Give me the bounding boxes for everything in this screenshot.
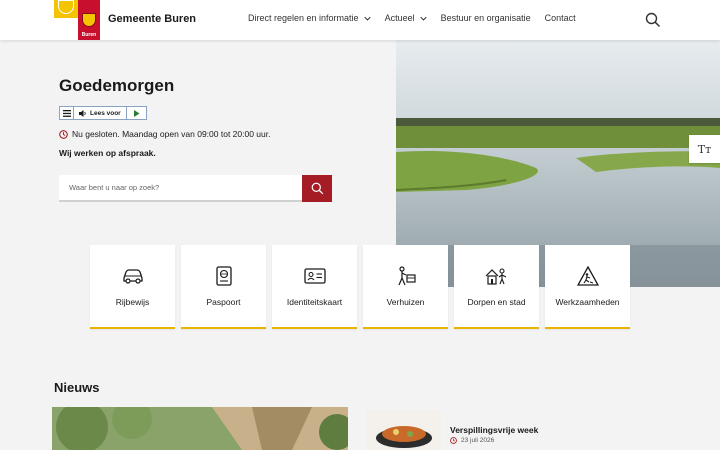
opening-hours: Nu gesloten. Maandag open van 09:00 tot … [59, 129, 270, 139]
village-icon [485, 265, 509, 287]
readspeaker-widget: Lees voor [59, 106, 147, 120]
nav-label: Bestuur en organisatie [440, 13, 531, 23]
tile-label: Dorpen en stad [467, 297, 526, 307]
appointment-note: Wij werken op afspraak. [59, 148, 156, 158]
search-input[interactable] [59, 175, 302, 202]
tile-label: Paspoort [206, 297, 241, 307]
readspeaker-menu-button[interactable] [60, 107, 74, 119]
logo-flag-red: Buren [78, 0, 100, 40]
food-photo [366, 410, 441, 450]
news-date-text: 23 juli 2026 [461, 437, 495, 444]
nav-label: Direct regelen en informatie [248, 13, 359, 23]
logo-flag-yellow [54, 0, 78, 18]
speaker-icon [79, 109, 86, 117]
tile-paspoort[interactable]: Paspoort [181, 245, 266, 329]
tile-label: Verhuizen [386, 297, 425, 307]
municipality-logo[interactable]: Buren [54, 0, 100, 40]
quick-links: Rijbewijs Paspoort Identiteitskaart Verh… [90, 245, 636, 329]
passport-icon [212, 265, 236, 287]
nav-label: Contact [544, 13, 576, 23]
news-featured-image[interactable] [52, 407, 348, 450]
opening-hours-text: Nu gesloten. Maandag open van 09:00 tot … [72, 129, 271, 139]
nav-item-actueel[interactable]: Actueel [385, 13, 427, 23]
read-aloud-button[interactable]: Lees voor [74, 107, 127, 119]
news-item-title[interactable]: Verspillingsvrije week [450, 425, 538, 435]
search-submit-button[interactable] [302, 175, 332, 202]
site-search [59, 175, 332, 202]
news-item-date: 23 juli 2026 [450, 437, 494, 444]
crest-icon [58, 0, 74, 14]
main-nav: Direct regelen en informatie Actueel Bes… [248, 13, 590, 23]
id-card-icon [303, 265, 327, 287]
tile-dorpen-en-stad[interactable]: Dorpen en stad [454, 245, 539, 329]
roadwork-icon [576, 265, 600, 287]
news-heading: Nieuws [54, 380, 100, 395]
tile-rijbewijs[interactable]: Rijbewijs [90, 245, 175, 329]
search-icon [311, 182, 323, 195]
tile-verhuizen[interactable]: Verhuizen [363, 245, 448, 329]
search-icon[interactable] [645, 12, 661, 28]
tile-werkzaamheden[interactable]: Werkzaamheden [545, 245, 630, 329]
text-size-button[interactable]: Tт [689, 135, 720, 163]
menu-icon [62, 109, 71, 117]
clock-icon [450, 437, 457, 444]
chevron-down-icon [363, 16, 371, 21]
moving-icon [394, 265, 418, 287]
site-header: Buren Gemeente Buren Direct regelen en i… [0, 0, 720, 40]
tile-identiteitskaart[interactable]: Identiteitskaart [272, 245, 357, 329]
play-button[interactable] [127, 107, 146, 119]
page-title: Goedemorgen [59, 76, 175, 95]
tile-label: Identiteitskaart [286, 297, 343, 307]
nav-item-direct-regelen[interactable]: Direct regelen en informatie [248, 13, 371, 23]
clock-icon [59, 129, 68, 139]
text-size-icon: Tт [697, 142, 712, 156]
logo-text: Buren [81, 31, 97, 38]
play-icon [133, 109, 140, 117]
nav-item-contact[interactable]: Contact [545, 13, 576, 23]
chevron-down-icon [419, 16, 427, 21]
nav-item-bestuur[interactable]: Bestuur en organisatie [441, 13, 531, 23]
featured-photo [52, 407, 348, 450]
tile-label: Rijbewijs [115, 297, 150, 307]
read-aloud-label: Lees voor [90, 109, 121, 117]
car-icon [121, 265, 145, 287]
nav-label: Actueel [384, 13, 415, 23]
site-name[interactable]: Gemeente Buren [108, 13, 196, 25]
tile-label: Werkzaamheden [555, 297, 620, 307]
shield-icon [82, 12, 96, 27]
news-item-thumbnail[interactable] [366, 410, 441, 450]
